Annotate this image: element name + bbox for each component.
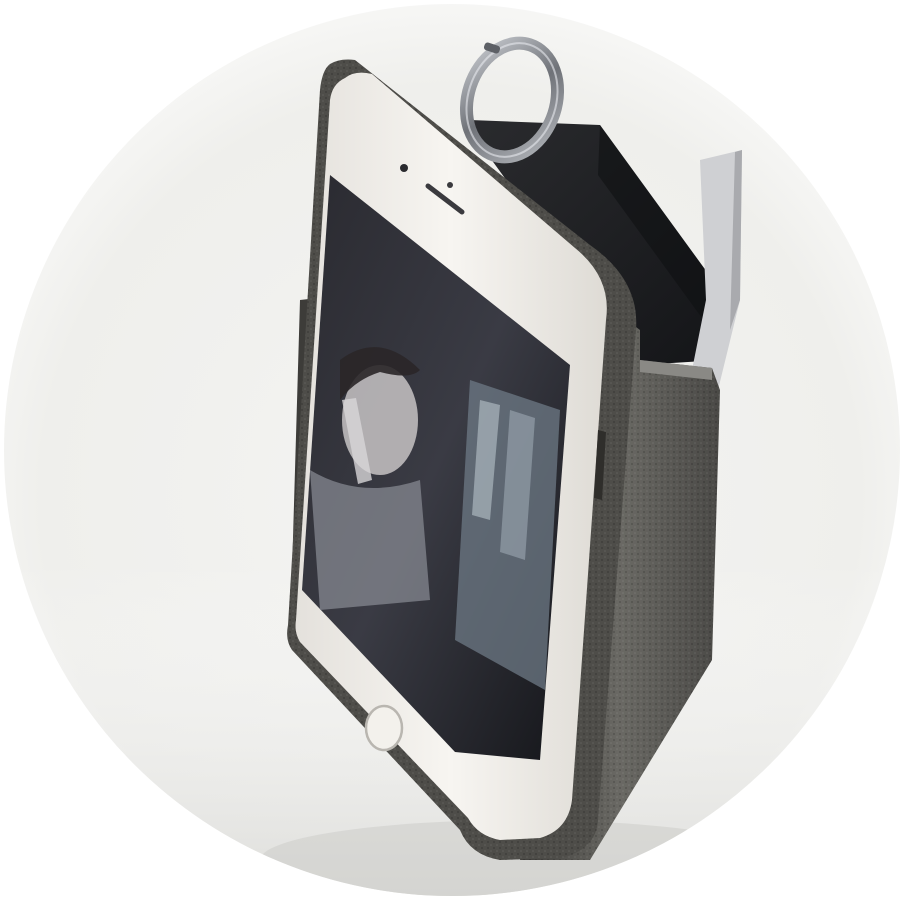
product-photo (4, 4, 900, 896)
front-camera-icon (400, 164, 408, 172)
screen-person-shoulders (310, 470, 430, 610)
photo-content (4, 4, 900, 896)
home-button-icon (364, 704, 404, 752)
photo-stage (0, 0, 900, 900)
proximity-sensor-icon (447, 182, 453, 188)
